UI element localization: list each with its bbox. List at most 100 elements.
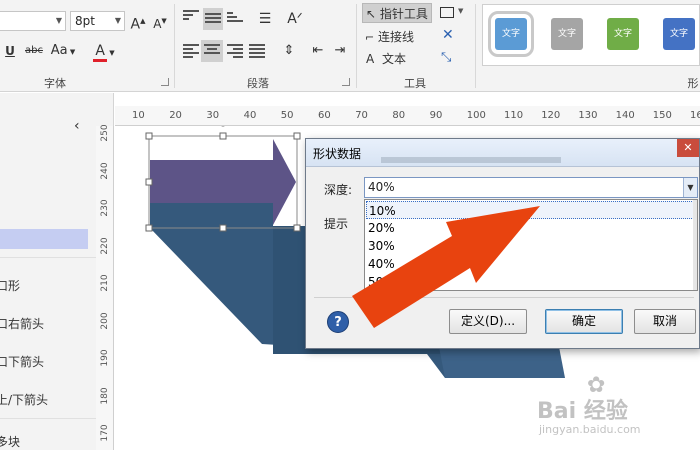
shape-item[interactable]: 口右箭头 xyxy=(0,314,84,334)
ruler-tick-label: 230 xyxy=(100,199,110,217)
ruler-tick-label: 190 xyxy=(100,349,110,367)
shape-item[interactable]: 口下箭头 xyxy=(0,352,84,372)
ruler-tick-label: 220 xyxy=(100,236,110,255)
help-icon: ? xyxy=(334,315,342,330)
ruler-tick-label: 160 xyxy=(690,110,700,121)
selection-handle[interactable] xyxy=(145,224,153,232)
shape-item[interactable]: 多块 xyxy=(0,432,84,450)
depth-option[interactable]: 40% xyxy=(366,255,694,273)
ruler-tick-label: 150 xyxy=(652,110,672,121)
watermark: ✿ Bai 经验 jingyan.baidu.com xyxy=(533,373,693,443)
prompt-label: 提示 xyxy=(324,217,349,231)
line-spacing-icon[interactable]: ⇕ xyxy=(280,40,298,62)
group-divider xyxy=(174,4,175,88)
help-button[interactable]: ? xyxy=(327,311,349,333)
ruler-tick-label: 60 xyxy=(318,110,331,121)
style-swatch-label: 文字 xyxy=(669,29,688,39)
selection-handle[interactable] xyxy=(145,178,153,186)
depth-options-list[interactable]: 10% 20% 30% 40% 50% xyxy=(364,199,698,291)
depth-option[interactable]: 30% xyxy=(366,237,694,255)
style-swatch-label: 文字 xyxy=(613,29,632,39)
selected-stencil-item[interactable] xyxy=(0,229,88,249)
paragraph-group-launcher-icon[interactable] xyxy=(342,78,350,86)
style-swatch[interactable]: 文字 xyxy=(663,18,695,50)
connection-point-icon[interactable]: ⤡ xyxy=(441,50,451,65)
tools-group-label: 工具 xyxy=(404,77,426,90)
cancel-button[interactable]: 取消 xyxy=(634,309,696,334)
shape-styles-gallery: 文字 文字 文字 文字 xyxy=(482,4,700,66)
font-name-combo[interactable]: ▼ xyxy=(0,11,66,31)
depth-select[interactable]: 40% ▼ xyxy=(364,177,698,198)
style-swatch[interactable]: 文字 xyxy=(607,18,639,50)
close-icon[interactable]: ✕ xyxy=(442,27,454,43)
connector-icon: ⌐ xyxy=(365,31,375,44)
depth-option[interactable]: 50% xyxy=(366,273,694,290)
pointer-tool-label: 指针工具 xyxy=(379,7,428,21)
align-middle-icon[interactable] xyxy=(203,8,223,30)
text-tool-label: 文本 xyxy=(382,52,407,66)
bullets-icon[interactable]: ☰ xyxy=(255,8,275,30)
ruler-tick-label: 20 xyxy=(169,110,182,121)
align-right-icon[interactable] xyxy=(227,44,243,58)
selection-handle[interactable] xyxy=(219,132,227,140)
ruler-tick-label: 170 xyxy=(100,424,110,442)
selection-handle[interactable] xyxy=(293,224,301,232)
divider xyxy=(314,297,694,298)
increase-indent-icon[interactable]: ⇥ xyxy=(330,40,350,62)
align-center-icon[interactable] xyxy=(201,40,223,62)
selection-handle[interactable] xyxy=(219,224,227,232)
ruler-tick-label: 200 xyxy=(100,311,110,330)
decrease-indent-icon[interactable]: ⇤ xyxy=(308,40,328,62)
text-direction-icon[interactable]: Aᐟ xyxy=(285,8,305,30)
depth-option[interactable]: 20% xyxy=(366,219,694,237)
change-case-label: Aa xyxy=(50,43,68,58)
strikethrough-button[interactable]: abc xyxy=(22,40,46,62)
style-swatch[interactable]: 文字 xyxy=(551,18,583,50)
align-top-icon[interactable] xyxy=(183,10,199,24)
chevron-down-icon[interactable]: ▼ xyxy=(683,178,697,197)
ruler-tick-label: 120 xyxy=(541,110,561,121)
change-case-button[interactable]: Aa ▼ xyxy=(48,40,78,62)
font-group-launcher-icon[interactable] xyxy=(161,78,169,86)
text-tool-button[interactable]: A 文本 xyxy=(366,49,406,69)
ruler-tick-label: 10 xyxy=(132,110,145,121)
group-divider xyxy=(475,4,476,88)
chevron-down-icon[interactable]: ▼ xyxy=(458,7,463,15)
ruler-tick-label: 140 xyxy=(615,110,635,121)
shape-item[interactable]: 口形 xyxy=(0,276,84,296)
justify-icon[interactable] xyxy=(249,44,265,58)
pointer-tool-button[interactable]: ↖ 指针工具 xyxy=(362,3,432,23)
pointer-arrow-icon: ↖ xyxy=(366,7,377,21)
depth-label: 深度: xyxy=(324,183,353,197)
list-scrollbar[interactable] xyxy=(693,200,697,290)
ruler-tick-label: 180 xyxy=(100,386,110,405)
dialog-titlebar[interactable]: 形状数据 ✕ xyxy=(306,139,699,167)
rectangle-icon[interactable] xyxy=(440,7,454,18)
ruler-tick-label: 110 xyxy=(504,110,524,121)
ruler-tick-label: 210 xyxy=(100,274,110,292)
depth-value: 40% xyxy=(368,180,395,194)
ruler-tick-label: 30 xyxy=(206,110,220,121)
shrink-font-button[interactable]: A▼ xyxy=(150,10,170,32)
style-swatch[interactable]: 文字 xyxy=(488,11,534,57)
align-bottom-icon[interactable] xyxy=(227,12,243,26)
ruler-tick-label: 50 xyxy=(280,110,294,121)
align-left-icon[interactable] xyxy=(183,44,199,58)
depth-option[interactable]: 10% xyxy=(366,201,694,219)
grow-font-button[interactable]: A▲ xyxy=(128,10,148,33)
paragraph-group-label: 段落 xyxy=(247,77,269,90)
grow-font-label: A xyxy=(130,16,141,33)
underline-label: U xyxy=(5,44,15,58)
font-color-button[interactable]: A ▼ xyxy=(88,40,120,62)
connector-button[interactable]: ⌐ 连接线 xyxy=(365,27,414,47)
font-size-combo[interactable]: 8pt ▼ xyxy=(70,11,125,31)
close-button[interactable]: ✕ xyxy=(677,139,699,157)
define-button[interactable]: 定义(D)... xyxy=(449,309,527,334)
selection-handle[interactable] xyxy=(293,132,301,140)
ruler-tick-label: 80 xyxy=(392,110,406,121)
underline-button[interactable]: U xyxy=(2,40,18,62)
shape-item[interactable]: 上/下箭头 xyxy=(0,390,84,410)
collapse-pane-icon[interactable]: ‹ xyxy=(74,118,80,134)
ok-button[interactable]: 确定 xyxy=(545,309,623,334)
selection-handle[interactable] xyxy=(145,132,153,140)
